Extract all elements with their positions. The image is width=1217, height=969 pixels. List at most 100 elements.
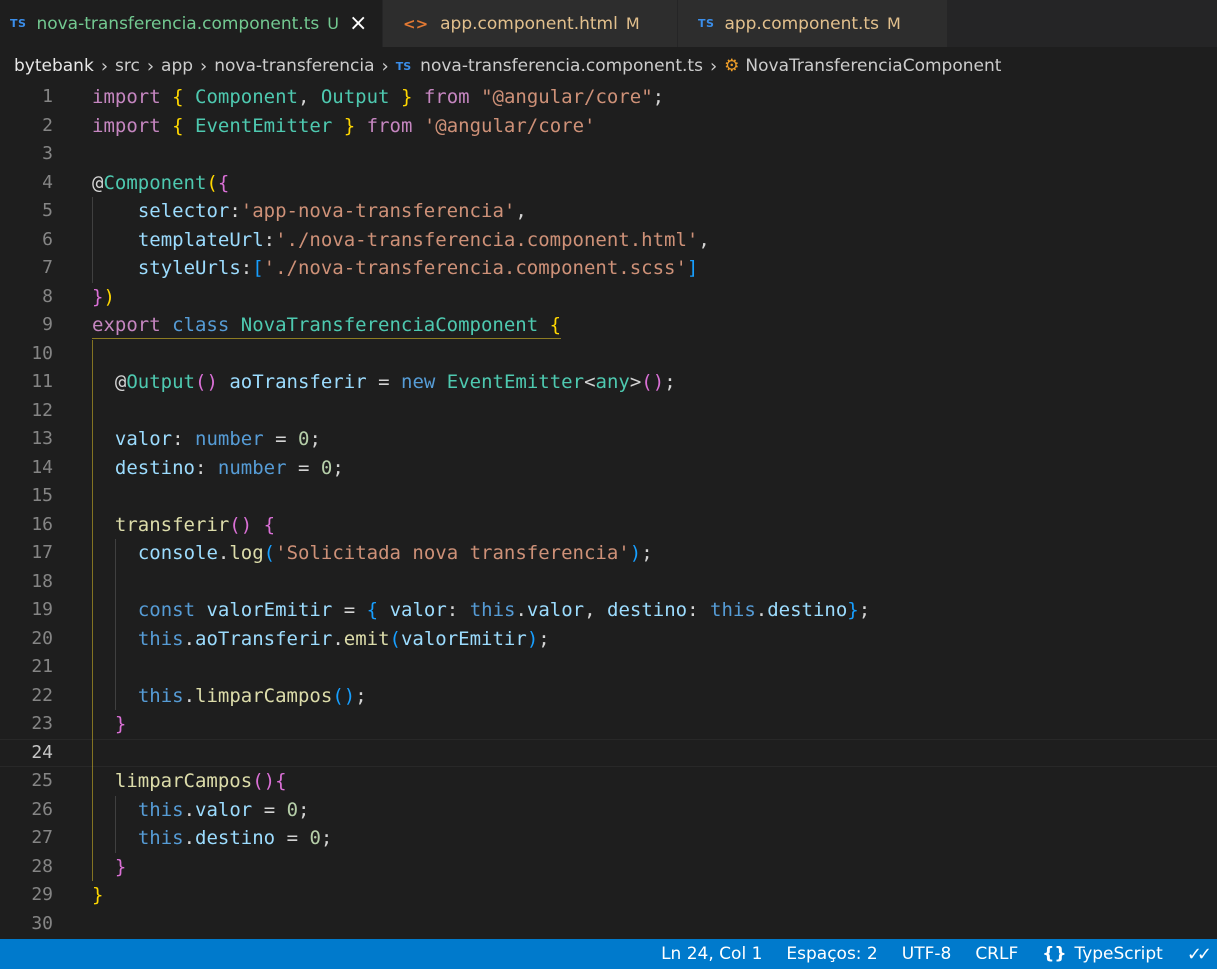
line-number: 28 (31, 855, 53, 877)
code-line[interactable]: 13 valor: number = 0; (0, 425, 1217, 454)
chevron-right-icon: › (100, 55, 109, 77)
indent-guide (114, 539, 116, 710)
code-text: import { Component, Output } from "@angu… (92, 86, 665, 108)
breadcrumb-item-app[interactable]: app (161, 56, 193, 76)
tab-git-status: U (327, 14, 339, 33)
code-text: } (114, 855, 127, 878)
indent-guide (92, 339, 93, 881)
code-text: this.aoTransferir.emit(valorEmitir); (137, 627, 550, 650)
code-line[interactable]: 7 styleUrls:['./nova-transferencia.compo… (0, 254, 1217, 283)
typescript-file-icon: TS (395, 59, 412, 73)
code-line[interactable]: 25 limparCampos(){ (0, 767, 1217, 796)
typescript-file-icon: TS (698, 17, 715, 30)
line-number: 27 (31, 827, 53, 848)
class-symbol-icon: ⚙ (724, 56, 740, 76)
breadcrumb-item-symbol[interactable]: NovaTransferenciaComponent (745, 56, 1001, 76)
code-line[interactable]: 10 (0, 340, 1217, 369)
breadcrumb-item-bytebank[interactable]: bytebank (14, 56, 94, 76)
cursor-position[interactable]: Ln 24, Col 1 (661, 944, 762, 964)
end-of-line-sequence[interactable]: CRLF (975, 944, 1018, 964)
line-number: 13 (31, 428, 53, 449)
line-number: 20 (31, 627, 53, 649)
indentation-setting[interactable]: Espaços: 2 (786, 944, 877, 964)
typescript-file-icon: TS (10, 17, 27, 30)
code-line[interactable]: 24 (0, 738, 1217, 767)
tab-label: app.component.ts (724, 13, 879, 34)
line-number: 30 (31, 912, 53, 934)
line-number: 7 (42, 257, 53, 278)
code-line[interactable]: 26 this.valor = 0; (0, 796, 1217, 825)
tab-bar: TS nova-transferencia.component.ts U × <… (0, 0, 1217, 47)
code-text: this.valor = 0; (137, 798, 310, 821)
code-text: import { EventEmitter } from '@angular/c… (92, 114, 596, 137)
line-number: 15 (31, 485, 53, 506)
language-label: TypeScript (1074, 944, 1163, 964)
code-line[interactable]: 21 (0, 653, 1217, 682)
file-encoding[interactable]: UTF-8 (902, 944, 952, 964)
close-icon[interactable]: × (349, 12, 367, 35)
code-text: @Output() aoTransferir = new EventEmitte… (114, 371, 676, 393)
code-line[interactable]: 23 } (0, 710, 1217, 739)
code-line[interactable]: 20 this.aoTransferir.emit(valorEmitir); (0, 625, 1217, 654)
line-number: 14 (31, 456, 53, 478)
code-line[interactable]: 28 } (0, 853, 1217, 882)
line-number: 1 (42, 86, 53, 107)
language-mode[interactable]: {} TypeScript (1042, 944, 1163, 964)
tab-nova-transferencia-component-ts[interactable]: TS nova-transferencia.component.ts U × (0, 0, 383, 47)
double-check-icon[interactable]: ✓✓ (1187, 944, 1212, 965)
code-text: @Component({ (92, 171, 230, 194)
line-number: 24 (31, 741, 53, 763)
chevron-right-icon: › (709, 55, 718, 77)
code-text: } (114, 713, 127, 735)
line-number: 23 (31, 713, 53, 734)
chevron-right-icon: › (146, 55, 155, 77)
code-line[interactable]: 3 (0, 140, 1217, 169)
code-line[interactable]: 8}) (0, 283, 1217, 312)
line-number: 10 (31, 342, 53, 364)
code-line[interactable]: 14 destino: number = 0; (0, 454, 1217, 483)
line-number: 2 (42, 114, 53, 136)
breadcrumb-item-nova-transferencia[interactable]: nova-transferencia (214, 56, 374, 76)
breadcrumb-item-src[interactable]: src (115, 56, 140, 76)
status-bar: Ln 24, Col 1 Espaços: 2 UTF-8 CRLF {} Typ… (0, 939, 1217, 969)
tab-app-component-html[interactable]: <> app.component.html M (383, 0, 678, 47)
code-line[interactable]: 4 @Component({ (0, 169, 1217, 198)
line-number: 25 (31, 770, 53, 791)
code-line[interactable]: 5 selector:'app-nova-transferencia', (0, 197, 1217, 226)
breadcrumb-item-file[interactable]: nova-transferencia.component.ts (420, 56, 703, 76)
code-line[interactable]: 11 @Output() aoTransferir = new EventEmi… (0, 368, 1217, 397)
line-number: 12 (31, 399, 53, 421)
code-line[interactable]: 17 console.log('Solicitada nova transfer… (0, 539, 1217, 568)
line-number: 9 (42, 314, 53, 335)
line-number: 29 (31, 884, 53, 905)
code-line[interactable]: 12 (0, 397, 1217, 426)
code-line[interactable]: 27 this.destino = 0; (0, 824, 1217, 853)
code-line[interactable]: 15 (0, 482, 1217, 511)
code-text: valor: number = 0; (114, 428, 321, 450)
code-text: selector:'app-nova-transferencia', (137, 200, 527, 222)
code-line[interactable]: 1 import { Component, Output } from "@ang… (0, 83, 1217, 112)
indent-guide (114, 795, 116, 853)
line-number: 19 (31, 599, 53, 620)
code-text: this.destino = 0; (137, 827, 333, 849)
code-line[interactable]: 9 export class NovaTransferenciaComponent… (0, 311, 1217, 340)
tab-app-component-ts[interactable]: TS app.component.ts M (678, 0, 948, 47)
code-line[interactable]: 16 transferir() { (0, 511, 1217, 540)
code-line[interactable]: 2 import { EventEmitter } from '@angular/… (0, 112, 1217, 141)
line-number: 4 (42, 171, 53, 193)
code-line[interactable]: 6 templateUrl:'./nova-transferencia.comp… (0, 226, 1217, 255)
code-text: console.log('Solicitada nova transferenc… (137, 542, 653, 564)
code-line[interactable]: 29} (0, 881, 1217, 910)
code-line[interactable]: 19 const valorEmitir = { valor: this.val… (0, 596, 1217, 625)
code-text: styleUrls:['./nova-transferencia.compone… (137, 257, 699, 279)
code-editor[interactable]: 1 import { Component, Output } from "@ang… (0, 83, 1217, 938)
code-line[interactable]: 22 this.limparCampos(); (0, 682, 1217, 711)
line-number: 21 (31, 656, 53, 677)
line-number: 8 (42, 285, 53, 307)
code-line[interactable]: 30 (0, 910, 1217, 939)
code-text: this.limparCampos(); (137, 684, 367, 707)
line-number: 11 (31, 371, 53, 392)
code-text: destino: number = 0; (114, 456, 344, 479)
code-line[interactable]: 18 (0, 568, 1217, 597)
code-text: export class NovaTransferenciaComponent … (92, 314, 562, 336)
